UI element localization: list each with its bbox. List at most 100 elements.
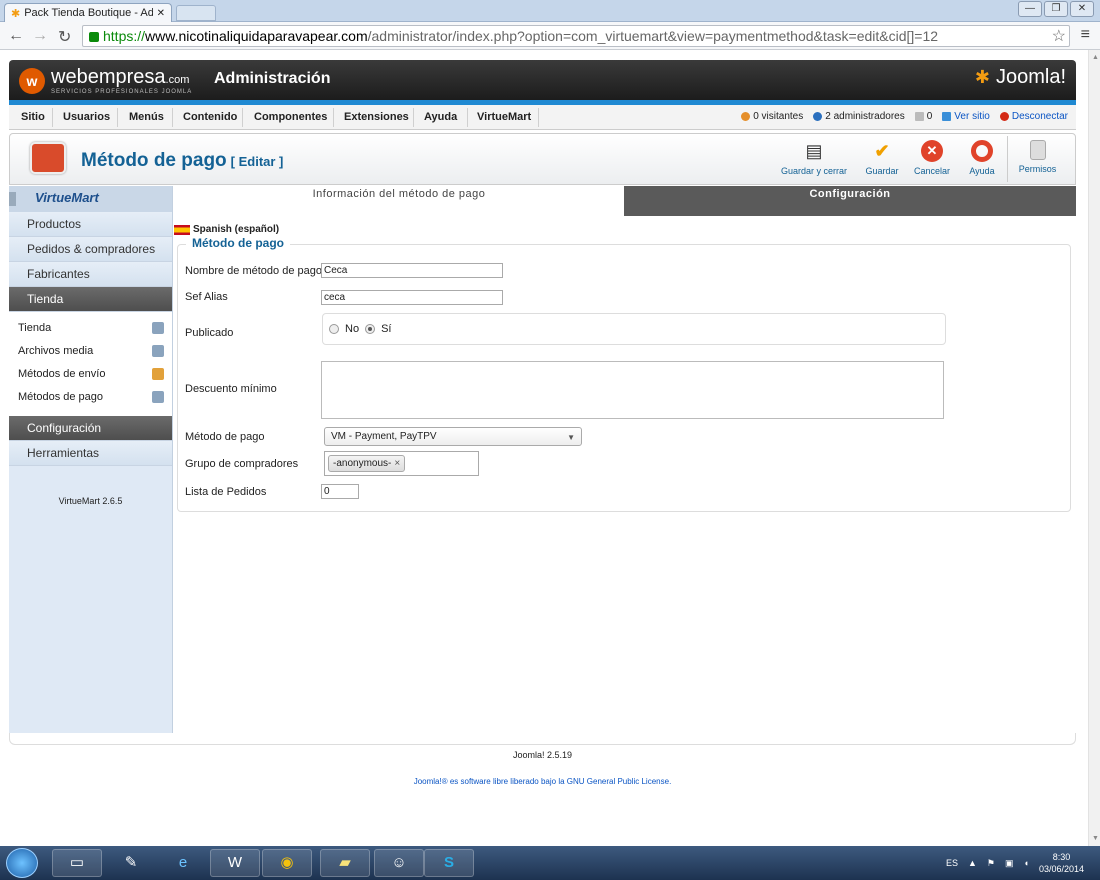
- volume-icon[interactable]: ◖: [1024, 858, 1029, 868]
- favicon-joomla-icon: ✱: [11, 7, 21, 20]
- menu-separator: [242, 108, 243, 127]
- permissions-button[interactable]: Permisos: [1007, 136, 1067, 182]
- menu-ayuda[interactable]: Ayuda: [424, 111, 457, 123]
- new-tab-button[interactable]: [176, 5, 216, 21]
- clock[interactable]: 8:30 03/06/2014: [1039, 851, 1084, 875]
- tab-info[interactable]: Información del método de pago: [174, 186, 624, 216]
- system-tray: ES ▲ ⚑ ▣ ◖ 8:30 03/06/2014: [946, 851, 1084, 875]
- save-close-button[interactable]: ▤ Guardar y cerrar: [771, 136, 857, 182]
- close-window-button[interactable]: ✕: [1070, 1, 1094, 17]
- admin-title: Administración: [214, 70, 331, 87]
- menu-componentes[interactable]: Componentes: [254, 111, 327, 123]
- alias-label: Sef Alias: [185, 291, 228, 303]
- menu-sitio[interactable]: Sitio: [21, 111, 45, 123]
- name-input[interactable]: Ceca: [321, 263, 503, 278]
- word-task[interactable]: W: [210, 849, 260, 877]
- joomla-logo-text: Joomla!: [995, 66, 1066, 88]
- collapse-sidebar-handle[interactable]: [9, 192, 16, 206]
- start-button[interactable]: [6, 848, 38, 878]
- users-task[interactable]: ☺: [374, 849, 424, 877]
- discount-textarea[interactable]: [321, 361, 944, 419]
- sidebar-subitem-pago[interactable]: Métodos de pago: [9, 387, 172, 410]
- save-close-label: Guardar y cerrar: [780, 166, 848, 176]
- shopper-group-select[interactable]: -anonymous- ×: [324, 451, 479, 476]
- sidebar-subitem-envio[interactable]: Métodos de envío: [9, 364, 172, 387]
- menu-separator: [52, 108, 53, 127]
- admins-status: 2 administradores: [813, 111, 905, 122]
- visitor-icon: [741, 112, 751, 121]
- license-text: Joomla!® es software libre liberado bajo…: [413, 777, 565, 786]
- browser-tab-title: Pack Tienda Boutique - Ad: [24, 7, 153, 19]
- form-tabs: Información del método de pago Configura…: [174, 186, 1076, 216]
- payment-method-select[interactable]: VM - Payment, PayTPV ▼: [324, 427, 582, 446]
- view-site-link[interactable]: Ver sitio: [942, 111, 990, 122]
- published-no-radio[interactable]: [329, 324, 339, 334]
- tab-configuracion[interactable]: Configuración: [624, 186, 1076, 216]
- menu-usuarios[interactable]: Usuarios: [63, 111, 110, 123]
- menu-extensiones[interactable]: Extensiones: [344, 111, 409, 123]
- remove-chip-icon[interactable]: ×: [394, 458, 400, 469]
- cancel-icon: ✕: [921, 140, 943, 162]
- skype-task[interactable]: S: [424, 849, 474, 877]
- menu-menus[interactable]: Menús: [129, 111, 164, 123]
- logout-link[interactable]: Desconectar: [999, 111, 1068, 122]
- minimize-button[interactable]: —: [1018, 1, 1042, 17]
- main-content: Spanish (español) Método de pago Nombre …: [174, 216, 1076, 733]
- browser-tab[interactable]: ✱ Pack Tienda Boutique - Ad ✕: [4, 3, 172, 22]
- window-controls: — ❐ ✕: [1018, 1, 1094, 17]
- sidebar-item-herramientas[interactable]: Herramientas: [9, 441, 172, 466]
- joomla-logo: ✱ Joomla!: [975, 66, 1066, 89]
- language-indicator: Spanish (español): [174, 224, 279, 235]
- sidebar-item-configuracion[interactable]: Configuración: [9, 416, 172, 441]
- sidebar-item-productos[interactable]: Productos: [9, 212, 172, 237]
- sidebar-subitem-tienda[interactable]: Tienda: [9, 318, 172, 341]
- method-label: Método de pago: [185, 431, 265, 443]
- scroll-up-icon[interactable]: ▲: [1092, 54, 1099, 61]
- help-button[interactable]: Ayuda: [957, 136, 1007, 182]
- toolbar-buttons: ▤ Guardar y cerrar ✔ Guardar ✕ Cancelar …: [771, 136, 1067, 182]
- explorer-task[interactable]: ▭: [52, 849, 102, 877]
- page-scrollbar[interactable]: ▲ ▼: [1088, 50, 1100, 846]
- tray-expand-icon[interactable]: ▲: [968, 858, 977, 868]
- close-tab-icon[interactable]: ✕: [157, 8, 165, 19]
- published-yes-label: Sí: [381, 323, 392, 335]
- scroll-down-icon[interactable]: ▼: [1092, 835, 1099, 842]
- license-suffix: .: [669, 777, 672, 786]
- published-yes-radio[interactable]: [365, 324, 376, 334]
- menu-contenido[interactable]: Contenido: [183, 111, 237, 123]
- alias-input[interactable]: ceca: [321, 290, 503, 305]
- bookmark-star-icon[interactable]: ☆: [1052, 26, 1066, 46]
- language-indicator-tray[interactable]: ES: [946, 858, 958, 868]
- save-button[interactable]: ✔ Guardar: [857, 136, 907, 182]
- cancel-button[interactable]: ✕ Cancelar: [907, 136, 957, 182]
- sidebar-item-tienda[interactable]: Tienda: [9, 287, 172, 312]
- sticky-notes-task[interactable]: ▰: [320, 849, 370, 877]
- back-arrow-icon[interactable]: ←: [8, 27, 24, 45]
- menu-virtuemart[interactable]: VirtueMart: [477, 111, 531, 123]
- gimp-task[interactable]: ✎: [106, 849, 156, 877]
- flag-icon[interactable]: ⚑: [987, 858, 995, 869]
- maximize-button[interactable]: ❐: [1044, 1, 1068, 17]
- forward-arrow-icon[interactable]: →: [32, 27, 48, 45]
- browser-menu-icon[interactable]: ≡: [1081, 26, 1090, 44]
- ie-task[interactable]: e: [158, 849, 208, 877]
- sidebar-item-fabricantes[interactable]: Fabricantes: [9, 262, 172, 287]
- joomla-version: Joomla! 2.5.19: [512, 750, 573, 760]
- virtuemart-version: VirtueMart 2.6.5: [58, 496, 123, 506]
- chrome-task[interactable]: ◉: [262, 849, 312, 877]
- users-icon: ☺: [391, 854, 407, 871]
- page-toolbar: Método de pago[ Editar ] ▤ Guardar y cer…: [9, 133, 1076, 185]
- gpl-link[interactable]: GNU General Public License: [567, 777, 669, 786]
- view-site-label: Ver sitio: [954, 111, 990, 122]
- orders-input[interactable]: 0: [321, 484, 359, 499]
- address-bar[interactable]: https://www.nicotinaliquidaparavapear.co…: [82, 25, 1070, 47]
- reload-icon[interactable]: ↻: [58, 27, 71, 47]
- sidebar-subitem-media[interactable]: Archivos media: [9, 341, 172, 364]
- group-label: Grupo de compradores: [185, 458, 299, 470]
- sidebar-item-pedidos[interactable]: Pedidos & compradores: [9, 237, 172, 262]
- messages-status[interactable]: 0: [914, 111, 932, 122]
- spain-flag-icon: [174, 224, 190, 235]
- network-icon[interactable]: ▣: [1005, 858, 1014, 869]
- url-path: /administrator/index.php?option=com_virt…: [367, 28, 939, 44]
- page-title-edit: [ Editar ]: [230, 154, 284, 169]
